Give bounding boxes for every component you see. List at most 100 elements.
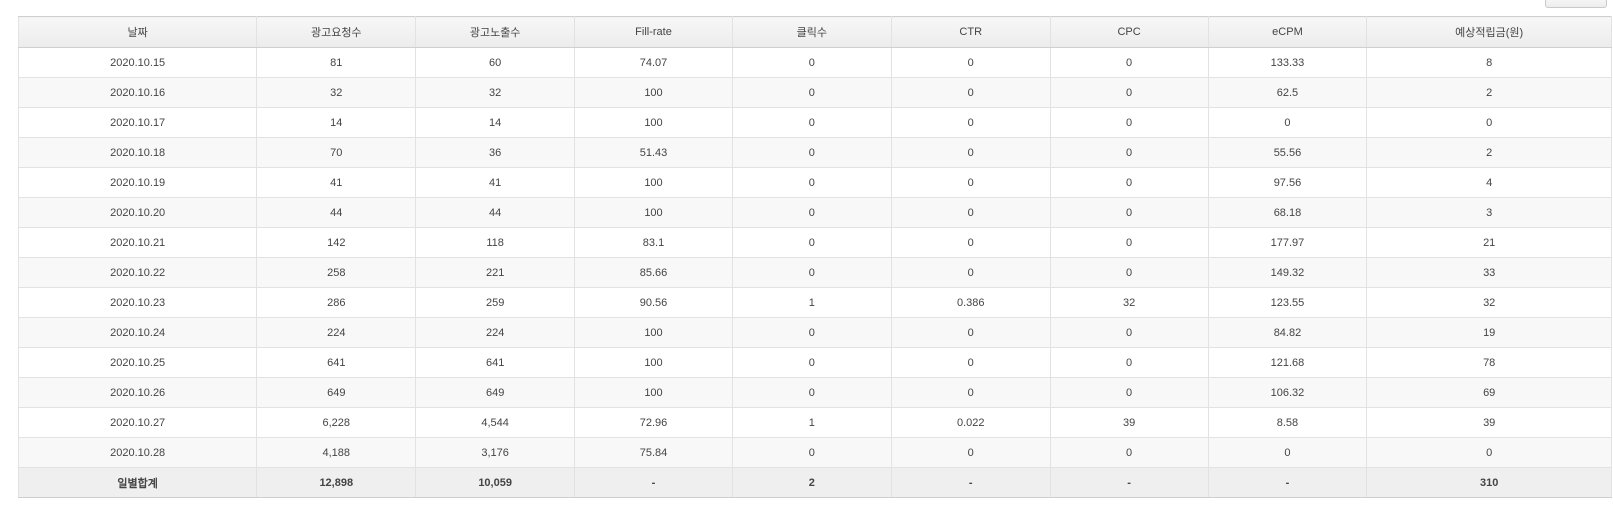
cpc-cell: 0 (1049, 137, 1209, 168)
column-header-cpc[interactable]: CPC (1049, 16, 1209, 48)
total-cpc: - (1049, 467, 1209, 498)
clicks-cell: 0 (731, 347, 892, 378)
cpc-cell: 0 (1049, 197, 1209, 228)
table-header-row: 날짜 광고요청수 광고노출수 Fill-rate 클릭수 CTR CPC eCP… (17, 16, 1612, 48)
estimated-earnings-cell: 4 (1366, 167, 1612, 198)
ad-requests-cell: 649 (256, 377, 417, 408)
estimated-earnings-cell: 19 (1366, 317, 1612, 348)
estimated-earnings-cell: 3 (1366, 197, 1612, 228)
ad-requests-cell: 258 (256, 257, 417, 288)
ctr-cell: 0 (890, 377, 1051, 408)
total-fill-rate: - (574, 467, 733, 498)
clicks-cell: 0 (731, 137, 892, 168)
table-total-row: 일별합계 12,898 10,059 - 2 - - - 310 (17, 467, 1612, 498)
ctr-cell: 0 (890, 77, 1051, 108)
fill-rate-cell: 51.43 (574, 137, 733, 168)
cpc-cell: 0 (1049, 47, 1209, 78)
total-ad-requests: 12,898 (256, 467, 417, 498)
date-cell: 2020.10.19 (17, 167, 258, 198)
ad-requests-cell: 81 (256, 47, 417, 78)
column-header-date[interactable]: 날짜 (17, 16, 258, 48)
clicks-cell: 0 (731, 317, 892, 348)
estimated-earnings-cell: 32 (1366, 287, 1612, 318)
ecpm-cell: 149.32 (1207, 257, 1368, 288)
ad-requests-cell: 4,188 (256, 437, 417, 468)
column-header-ctr[interactable]: CTR (890, 16, 1051, 48)
date-cell: 2020.10.17 (17, 107, 258, 138)
top-right-button[interactable] (1545, 0, 1607, 8)
ad-impressions-cell: 221 (415, 257, 576, 288)
date-cell: 2020.10.21 (17, 227, 258, 258)
date-cell: 2020.10.25 (17, 347, 258, 378)
ecpm-cell: 8.58 (1207, 407, 1368, 438)
column-header-ad-requests[interactable]: 광고요청수 (256, 16, 417, 48)
ad-requests-cell: 142 (256, 227, 417, 258)
ad-requests-cell: 286 (256, 287, 417, 318)
clicks-cell: 1 (731, 287, 892, 318)
column-header-ecpm[interactable]: eCPM (1207, 16, 1368, 48)
column-header-fill-rate[interactable]: Fill-rate (574, 16, 733, 48)
column-header-estimated-earnings[interactable]: 예상적립금(원) (1366, 16, 1612, 48)
ad-impressions-cell: 41 (415, 167, 576, 198)
clicks-cell: 1 (731, 407, 892, 438)
table-row: 2020.10.21 142 118 83.1 0 0 0 177.97 21 (17, 227, 1612, 258)
clicks-cell: 0 (731, 197, 892, 228)
date-cell: 2020.10.18 (17, 137, 258, 168)
cpc-cell: 32 (1049, 287, 1209, 318)
ecpm-cell: 133.33 (1207, 47, 1368, 78)
clicks-cell: 0 (731, 77, 892, 108)
ad-requests-cell: 70 (256, 137, 417, 168)
total-estimated-earnings: 310 (1366, 467, 1612, 498)
fill-rate-cell: 100 (574, 197, 733, 228)
table-body: 2020.10.15 81 60 74.07 0 0 0 133.33 8 2020.10.16 3… (17, 47, 1612, 468)
fill-rate-cell: 100 (574, 317, 733, 348)
ad-requests-cell: 224 (256, 317, 417, 348)
clicks-cell: 0 (731, 167, 892, 198)
table-row: 2020.10.20 44 44 100 0 0 0 68.18 3 (17, 197, 1612, 228)
table-row: 2020.10.23 286 259 90.56 1 0.386 32 123.55 32 (17, 287, 1612, 318)
ecpm-cell: 121.68 (1207, 347, 1368, 378)
cpc-cell: 0 (1049, 377, 1209, 408)
table-row: 2020.10.28 4,188 3,176 75.84 0 0 0 0 0 (17, 437, 1612, 468)
estimated-earnings-cell: 8 (1366, 47, 1612, 78)
fill-rate-cell: 83.1 (574, 227, 733, 258)
ad-impressions-cell: 60 (415, 47, 576, 78)
ad-impressions-cell: 259 (415, 287, 576, 318)
table-row: 2020.10.16 32 32 100 0 0 0 62.5 2 (17, 77, 1612, 108)
table-row: 2020.10.22 258 221 85.66 0 0 0 149.32 33 (17, 257, 1612, 288)
ad-impressions-cell: 649 (415, 377, 576, 408)
total-ctr: - (890, 467, 1051, 498)
date-cell: 2020.10.24 (17, 317, 258, 348)
cpc-cell: 0 (1049, 107, 1209, 138)
report-page: 날짜 광고요청수 광고노출수 Fill-rate 클릭수 CTR CPC eCP… (0, 0, 1613, 513)
date-cell: 2020.10.23 (17, 287, 258, 318)
ctr-cell: 0 (890, 227, 1051, 258)
ecpm-cell: 55.56 (1207, 137, 1368, 168)
date-cell: 2020.10.28 (17, 437, 258, 468)
ecpm-cell: 62.5 (1207, 77, 1368, 108)
column-header-ad-impressions[interactable]: 광고노출수 (415, 16, 576, 48)
date-cell: 2020.10.16 (17, 77, 258, 108)
ad-requests-cell: 44 (256, 197, 417, 228)
column-header-clicks[interactable]: 클릭수 (731, 16, 892, 48)
clicks-cell: 0 (731, 107, 892, 138)
total-label: 일별합계 (17, 467, 258, 498)
total-ecpm: - (1207, 467, 1368, 498)
table-row: 2020.10.19 41 41 100 0 0 0 97.56 4 (17, 167, 1612, 198)
ctr-cell: 0 (890, 107, 1051, 138)
fill-rate-cell: 90.56 (574, 287, 733, 318)
estimated-earnings-cell: 78 (1366, 347, 1612, 378)
ecpm-cell: 106.32 (1207, 377, 1368, 408)
ctr-cell: 0 (890, 257, 1051, 288)
fill-rate-cell: 100 (574, 167, 733, 198)
fill-rate-cell: 100 (574, 77, 733, 108)
estimated-earnings-cell: 0 (1366, 107, 1612, 138)
daily-ad-report-table: 날짜 광고요청수 광고노출수 Fill-rate 클릭수 CTR CPC eCP… (17, 16, 1612, 498)
table-row: 2020.10.17 14 14 100 0 0 0 0 0 (17, 107, 1612, 138)
cpc-cell: 0 (1049, 347, 1209, 378)
estimated-earnings-cell: 2 (1366, 137, 1612, 168)
table-row: 2020.10.15 81 60 74.07 0 0 0 133.33 8 (17, 47, 1612, 78)
cpc-cell: 0 (1049, 77, 1209, 108)
fill-rate-cell: 100 (574, 347, 733, 378)
ad-impressions-cell: 118 (415, 227, 576, 258)
